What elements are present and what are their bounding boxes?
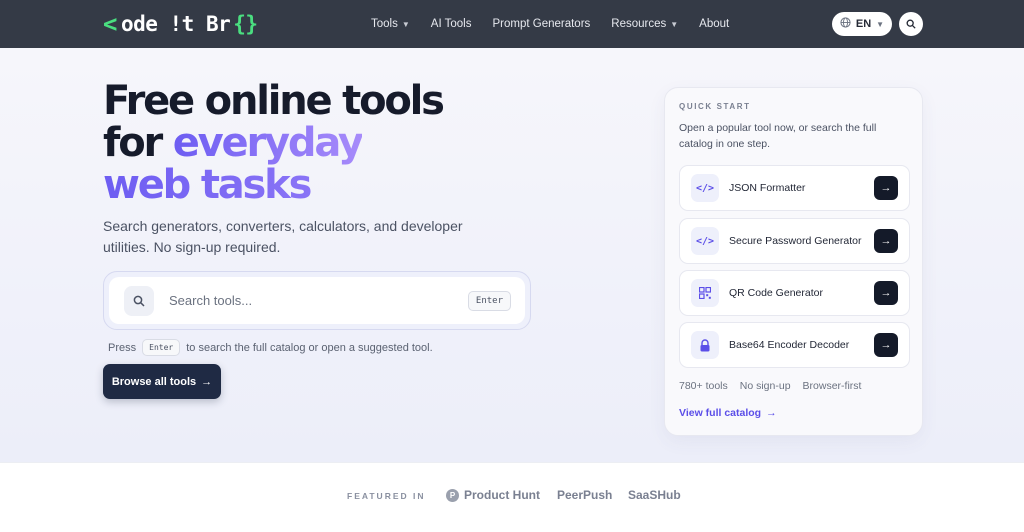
top-navbar: < ode !t Br {} Tools ▼ AI Tools Prompt G… bbox=[0, 0, 1024, 48]
nav-prompt-generators[interactable]: Prompt Generators bbox=[492, 18, 590, 30]
nav-about[interactable]: About bbox=[699, 18, 729, 30]
header-search-button[interactable] bbox=[899, 12, 923, 36]
nav-about-label: About bbox=[699, 18, 730, 30]
search-hint: Press Enter to search the full catalog o… bbox=[108, 339, 433, 356]
quick-tool-name: JSON Formatter bbox=[729, 182, 806, 194]
browse-all-tools-label: Browse all tools bbox=[111, 375, 197, 388]
arrow-right-icon[interactable]: → bbox=[874, 229, 898, 253]
tool-search-box: Enter bbox=[103, 271, 531, 330]
hero-title-line-2-prefix: for bbox=[103, 120, 173, 166]
search-icon bbox=[124, 285, 154, 316]
hero-title-accent-2: web tasks bbox=[103, 164, 523, 206]
nav-resources[interactable]: Resources ▼ bbox=[611, 18, 678, 30]
meta-tool-count: 780+ tools bbox=[679, 380, 728, 392]
arrow-right-icon[interactable]: → bbox=[874, 333, 898, 357]
enter-key-badge: Enter bbox=[142, 339, 181, 356]
site-logo[interactable]: < ode !t Br {} bbox=[103, 10, 258, 38]
hero-title: Free online tools for everyday web tasks bbox=[103, 80, 523, 206]
featured-product-hunt[interactable]: P Product Hunt bbox=[446, 488, 540, 502]
featured-peerpush[interactable]: PeerPush bbox=[557, 488, 612, 502]
quick-tool-name: Base64 Encoder Decoder bbox=[729, 339, 850, 351]
browse-all-tools-button[interactable]: Browse all tools → bbox=[103, 364, 221, 399]
nav-ai-tools[interactable]: AI Tools bbox=[431, 18, 472, 30]
quick-tool-json-formatter[interactable]: </> JSON Formatter → bbox=[679, 165, 910, 211]
quick-start-card: QUICK START Open a popular tool now, or … bbox=[664, 87, 923, 436]
quick-start-label: QUICK START bbox=[679, 102, 751, 111]
product-hunt-icon: P bbox=[446, 488, 459, 502]
quick-start-description: Open a popular tool now, or search the f… bbox=[679, 122, 877, 150]
logo-text: ode !t Br bbox=[120, 12, 231, 36]
quick-tool-qr-code-generator[interactable]: QR Code Generator → bbox=[679, 270, 910, 316]
meta-browser-first: Browser-first bbox=[802, 380, 862, 392]
hero-subtitle: Search generators, converters, calculato… bbox=[103, 218, 463, 255]
tool-search-input[interactable] bbox=[169, 293, 459, 308]
hero-title-line-1: Free online tools bbox=[103, 78, 445, 124]
chevron-down-icon: ▼ bbox=[876, 19, 885, 29]
search-icon bbox=[906, 19, 916, 29]
search-hint-suffix: to search the full catalog or open a sug… bbox=[186, 341, 433, 354]
chevron-down-icon: ▼ bbox=[670, 19, 679, 29]
language-selector[interactable]: EN ▼ bbox=[832, 12, 892, 36]
code-icon: </> bbox=[691, 174, 719, 202]
chevron-down-icon: ▼ bbox=[401, 19, 410, 29]
arrow-right-icon: → bbox=[201, 375, 213, 388]
arrow-right-icon[interactable]: → bbox=[874, 281, 898, 305]
nav-tools-label: Tools bbox=[371, 18, 398, 30]
featured-saashub-label: SaaSHub bbox=[628, 488, 681, 502]
enter-key-hint: Enter bbox=[467, 291, 511, 311]
nav-resources-label: Resources bbox=[611, 18, 667, 30]
lock-icon bbox=[691, 331, 719, 359]
hero-title-line-2: for everyday bbox=[103, 122, 523, 164]
main-nav: Tools ▼ AI Tools Prompt Generators Resou… bbox=[371, 0, 750, 48]
featured-in-label: FEATURED IN bbox=[347, 491, 426, 501]
quick-tool-name: QR Code Generator bbox=[729, 287, 823, 299]
view-full-catalog-label: View full catalog bbox=[679, 407, 762, 419]
arrow-right-icon[interactable]: → bbox=[874, 176, 898, 200]
featured-in-strip: FEATURED IN P Product Hunt PeerPush SaaS… bbox=[0, 462, 1024, 532]
meta-no-signup: No sign-up bbox=[739, 380, 791, 392]
globe-icon bbox=[840, 17, 851, 31]
arrow-right-icon: → bbox=[766, 407, 777, 419]
nav-ai-tools-label: AI Tools bbox=[430, 18, 472, 30]
hero-title-accent-1: everyday bbox=[172, 120, 364, 166]
quick-tool-password-generator[interactable]: </> Secure Password Generator → bbox=[679, 218, 910, 264]
search-hint-prefix: Press bbox=[108, 341, 137, 354]
code-icon: </> bbox=[691, 227, 719, 255]
featured-product-hunt-label: Product Hunt bbox=[464, 488, 540, 502]
nav-tools[interactable]: Tools ▼ bbox=[371, 18, 410, 30]
featured-peerpush-label: PeerPush bbox=[557, 488, 613, 502]
nav-prompt-generators-label: Prompt Generators bbox=[492, 18, 591, 30]
logo-brace: {} bbox=[233, 12, 258, 36]
quick-start-meta: 780+ tools No sign-up Browser-first bbox=[679, 380, 861, 392]
tool-search-inner[interactable]: Enter bbox=[109, 277, 525, 324]
logo-chevron: < bbox=[103, 10, 117, 38]
featured-saashub[interactable]: SaaSHub bbox=[628, 488, 681, 502]
quick-tool-name: Secure Password Generator bbox=[729, 235, 862, 247]
language-code: EN bbox=[855, 18, 872, 30]
view-full-catalog-link[interactable]: View full catalog → bbox=[679, 407, 777, 419]
quick-tool-base64[interactable]: Base64 Encoder Decoder → bbox=[679, 322, 910, 368]
qr-code-icon bbox=[691, 279, 719, 307]
